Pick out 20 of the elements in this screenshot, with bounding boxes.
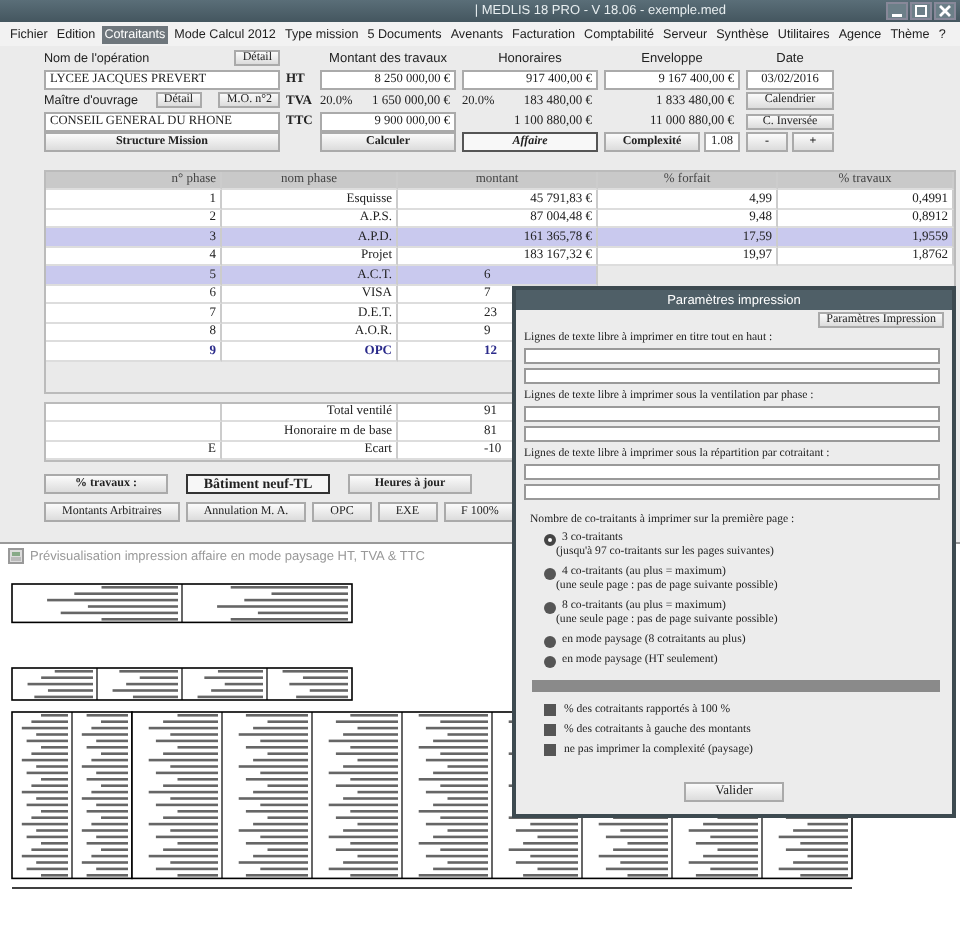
text-line-field[interactable] [524,464,940,480]
radio-button[interactable] [544,656,556,668]
text-line-field[interactable] [524,484,940,500]
radio-button[interactable] [544,602,556,614]
close-button[interactable] [934,2,956,20]
maximize-icon [914,4,928,18]
printer-icon [8,548,24,564]
minimize-button[interactable] [886,2,908,20]
checkbox[interactable] [544,724,556,736]
text-line-field[interactable] [524,426,940,442]
text-line-field[interactable] [524,348,940,364]
radio-button[interactable] [544,636,556,648]
radio-button[interactable] [544,534,556,546]
close-icon [938,4,952,18]
checkbox[interactable] [544,744,556,756]
radio-button[interactable] [544,568,556,580]
text-line-field[interactable] [524,368,940,384]
maximize-button[interactable] [910,2,932,20]
checkbox[interactable] [544,704,556,716]
text-line-field[interactable] [524,406,940,422]
